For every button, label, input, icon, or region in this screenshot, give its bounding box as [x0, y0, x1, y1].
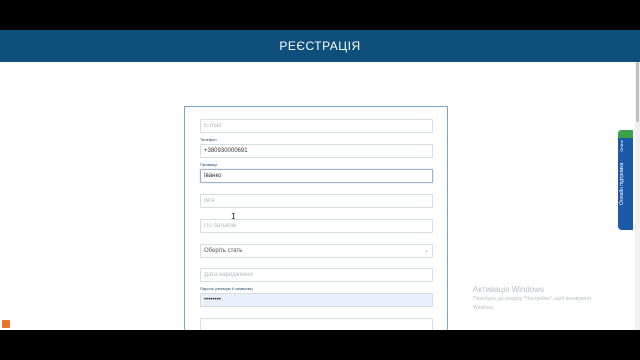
support-status-indicator — [618, 130, 633, 138]
gender-select[interactable]: Оберіть стать ⌄ — [200, 244, 433, 258]
windows-activation-watermark: Активація Windows Перейдіть до розділу "… — [473, 285, 591, 312]
page-header: РЕЄСТРАЦІЯ — [0, 30, 640, 62]
phone-label: Телефон — [200, 137, 217, 142]
registration-form: Телефон +380930000691 Прізвище Іванко Об… — [184, 106, 448, 330]
page-title: РЕЄСТРАЦІЯ — [279, 39, 361, 53]
watermark-title: Активація Windows — [473, 285, 545, 294]
app-icon[interactable] — [2, 320, 10, 328]
name-field[interactable] — [200, 194, 433, 208]
watermark-line2: Windows. — [473, 305, 495, 311]
gender-select-value: Оберіть стать — [204, 248, 243, 254]
scrollbar-thumb[interactable] — [636, 62, 639, 122]
surname-label: Прізвище — [200, 162, 218, 167]
email-field[interactable] — [200, 119, 433, 133]
watermark-line1: Перейдіть до розділу "Настройки", щоб ак… — [473, 296, 592, 302]
password-label: Пароль (мінімум 6 символів) — [200, 286, 253, 291]
patronymic-field[interactable] — [200, 219, 433, 233]
support-label: Онлайн підтримка — [619, 162, 625, 206]
text-cursor-icon: I — [231, 212, 236, 221]
scrollbar[interactable] — [635, 62, 640, 330]
birthdate-field[interactable] — [200, 268, 433, 282]
password-field[interactable]: •••••••• — [200, 293, 433, 307]
phone-field[interactable]: +380930000691 — [200, 144, 433, 158]
confirm-password-field[interactable] — [200, 318, 433, 330]
surname-field[interactable]: Іванко — [200, 169, 433, 183]
online-support-button[interactable]: Online Онлайн підтримка — [618, 130, 633, 230]
chevron-down-icon: ⌄ — [423, 248, 429, 254]
browser-viewport: РЕЄСТРАЦІЯ Телефон +380930000691 Прізвищ… — [0, 30, 640, 330]
